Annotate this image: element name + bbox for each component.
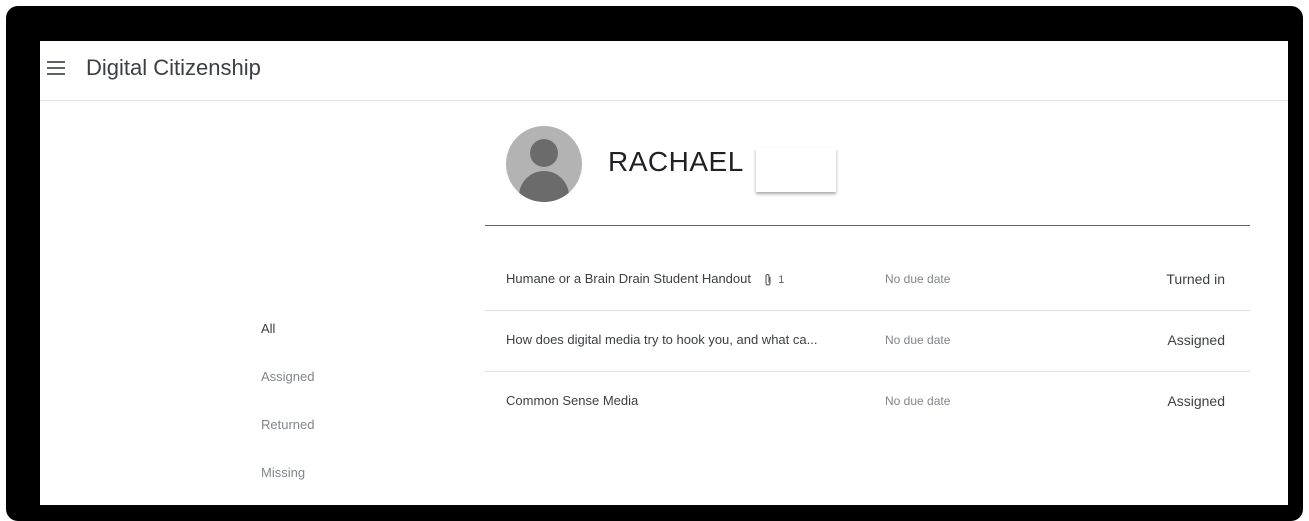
top-app-bar: Digital Citizenship (40, 41, 1288, 101)
filter-missing[interactable]: Missing (261, 465, 314, 505)
assignment-title-cell: Humane or a Brain Drain Student Handout … (506, 271, 858, 287)
filter-returned[interactable]: Returned (261, 417, 314, 465)
menu-icon[interactable] (47, 61, 65, 75)
header-divider (485, 225, 1250, 226)
assignment-list: Humane or a Brain Drain Student Handout … (485, 250, 1250, 433)
app-screen: Digital Citizenship All Assigned Returne… (40, 41, 1288, 505)
class-title[interactable]: Digital Citizenship (86, 55, 261, 81)
redaction-box (756, 148, 836, 192)
filter-assigned[interactable]: Assigned (261, 369, 314, 417)
due-date: No due date (885, 394, 951, 408)
attachment-count: 1 (778, 274, 785, 286)
student-name: RACHAEL (608, 146, 744, 177)
assignment-title: Humane or a Brain Drain Student Handout (506, 271, 751, 286)
paperclip-icon (765, 273, 771, 286)
assignment-row[interactable]: Common Sense Media No due date Assigned (485, 372, 1250, 433)
default-avatar-icon (506, 126, 582, 202)
filter-all[interactable]: All (261, 321, 314, 369)
status-filter-list: All Assigned Returned Missing (261, 321, 314, 505)
due-date: No due date (885, 272, 951, 286)
assignment-row[interactable]: How does digital media try to hook you, … (485, 311, 1250, 372)
assignment-row[interactable]: Humane or a Brain Drain Student Handout … (485, 250, 1250, 311)
assignment-status: Assigned (1167, 332, 1225, 348)
assignment-title: Common Sense Media (506, 393, 639, 408)
assignment-title: How does digital media try to hook you, … (506, 332, 818, 347)
assignment-status: Turned in (1166, 271, 1225, 287)
due-date: No due date (885, 333, 951, 347)
assignment-status: Assigned (1167, 393, 1225, 409)
screenshot-border: Digital Citizenship All Assigned Returne… (6, 6, 1303, 521)
